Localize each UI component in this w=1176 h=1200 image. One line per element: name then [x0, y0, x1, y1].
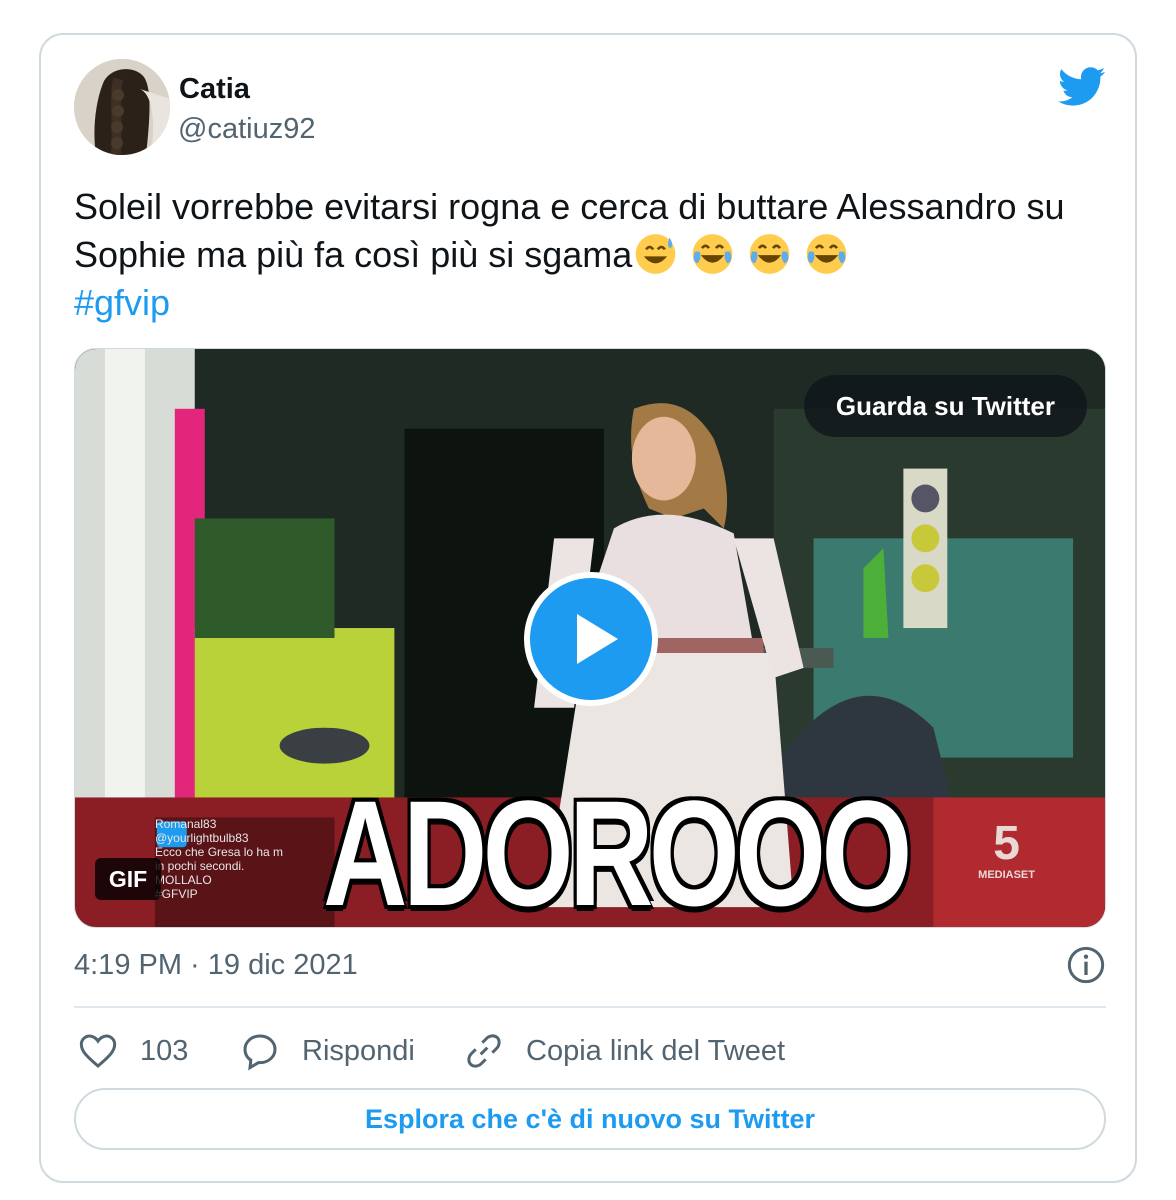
timestamp[interactable]: 4:19 PM · 19 dic 2021 — [74, 949, 358, 982]
info-icon[interactable] — [1066, 945, 1106, 985]
author-name[interactable]: Catia — [179, 73, 250, 106]
explore-twitter-button[interactable]: Esplora che c'è di nuovo su Twitter — [74, 1088, 1106, 1150]
ticker-line: Ecco che Gresa lo ha m — [155, 845, 284, 859]
channel-name: MEDIASET — [978, 869, 1035, 881]
channel-number: 5 — [993, 817, 1020, 870]
gif-media[interactable]: Romanal83 @yourlightbulb83 Ecco che Gres… — [74, 348, 1106, 928]
tweet-text: Soleil vorrebbe evitarsi rogna e cerca d… — [74, 183, 1114, 279]
copy-link-button[interactable]: Copia link del Tweet — [464, 1029, 785, 1073]
like-count: 103 — [140, 1034, 189, 1067]
tv-ticker: Romanal83 @yourlightbulb83 Ecco che Gres… — [155, 817, 325, 917]
tweet-meta: 4:19 PM · 19 dic 2021 — [74, 945, 1106, 989]
play-icon — [577, 614, 618, 664]
link-icon — [467, 1034, 501, 1068]
gif-caption: ADOROOO — [323, 769, 912, 928]
like-button[interactable]: 103 — [78, 1029, 188, 1073]
hashtag-link[interactable]: #gfvip — [74, 282, 170, 324]
tweet-card: Catia @catiuz92 Soleil vorrebbe evitarsi… — [39, 33, 1137, 1183]
grinning-sweat-emoji — [635, 234, 676, 274]
watch-on-twitter-button[interactable]: Guarda su Twitter — [803, 375, 1087, 437]
tears-of-joy-emoji — [749, 234, 790, 274]
ticker-line: MOLLALO — [155, 873, 212, 887]
author-handle[interactable]: @catiuz92 — [178, 113, 315, 146]
reply-bubble-icon — [243, 1034, 277, 1071]
channel-logo: 5 MEDIASET — [978, 817, 1035, 882]
reply-button[interactable]: Rispondi — [240, 1029, 415, 1073]
heart-icon — [79, 1034, 117, 1068]
play-button[interactable] — [524, 572, 658, 706]
gif-badge: GIF — [95, 858, 161, 900]
avatar[interactable] — [74, 59, 170, 155]
tweet-body: Soleil vorrebbe evitarsi rogna e cerca d… — [74, 186, 1065, 275]
ticker-line: Romanal83 — [155, 817, 217, 831]
reply-label: Rispondi — [302, 1034, 415, 1067]
ticker-line: in pochi secondi. — [155, 859, 245, 873]
twitter-bird-icon[interactable] — [1058, 67, 1106, 107]
ticker-line: @yourlightbulb83 — [155, 831, 249, 845]
action-bar: 103 Rispondi Copia link del Tweet — [74, 1029, 1106, 1073]
tears-of-joy-emoji — [692, 234, 733, 274]
tears-of-joy-emoji — [806, 234, 847, 274]
divider — [74, 1006, 1106, 1008]
avatar-image — [74, 59, 170, 155]
ticker-line: #GFVIP — [155, 887, 198, 901]
copy-link-label: Copia link del Tweet — [526, 1034, 786, 1067]
